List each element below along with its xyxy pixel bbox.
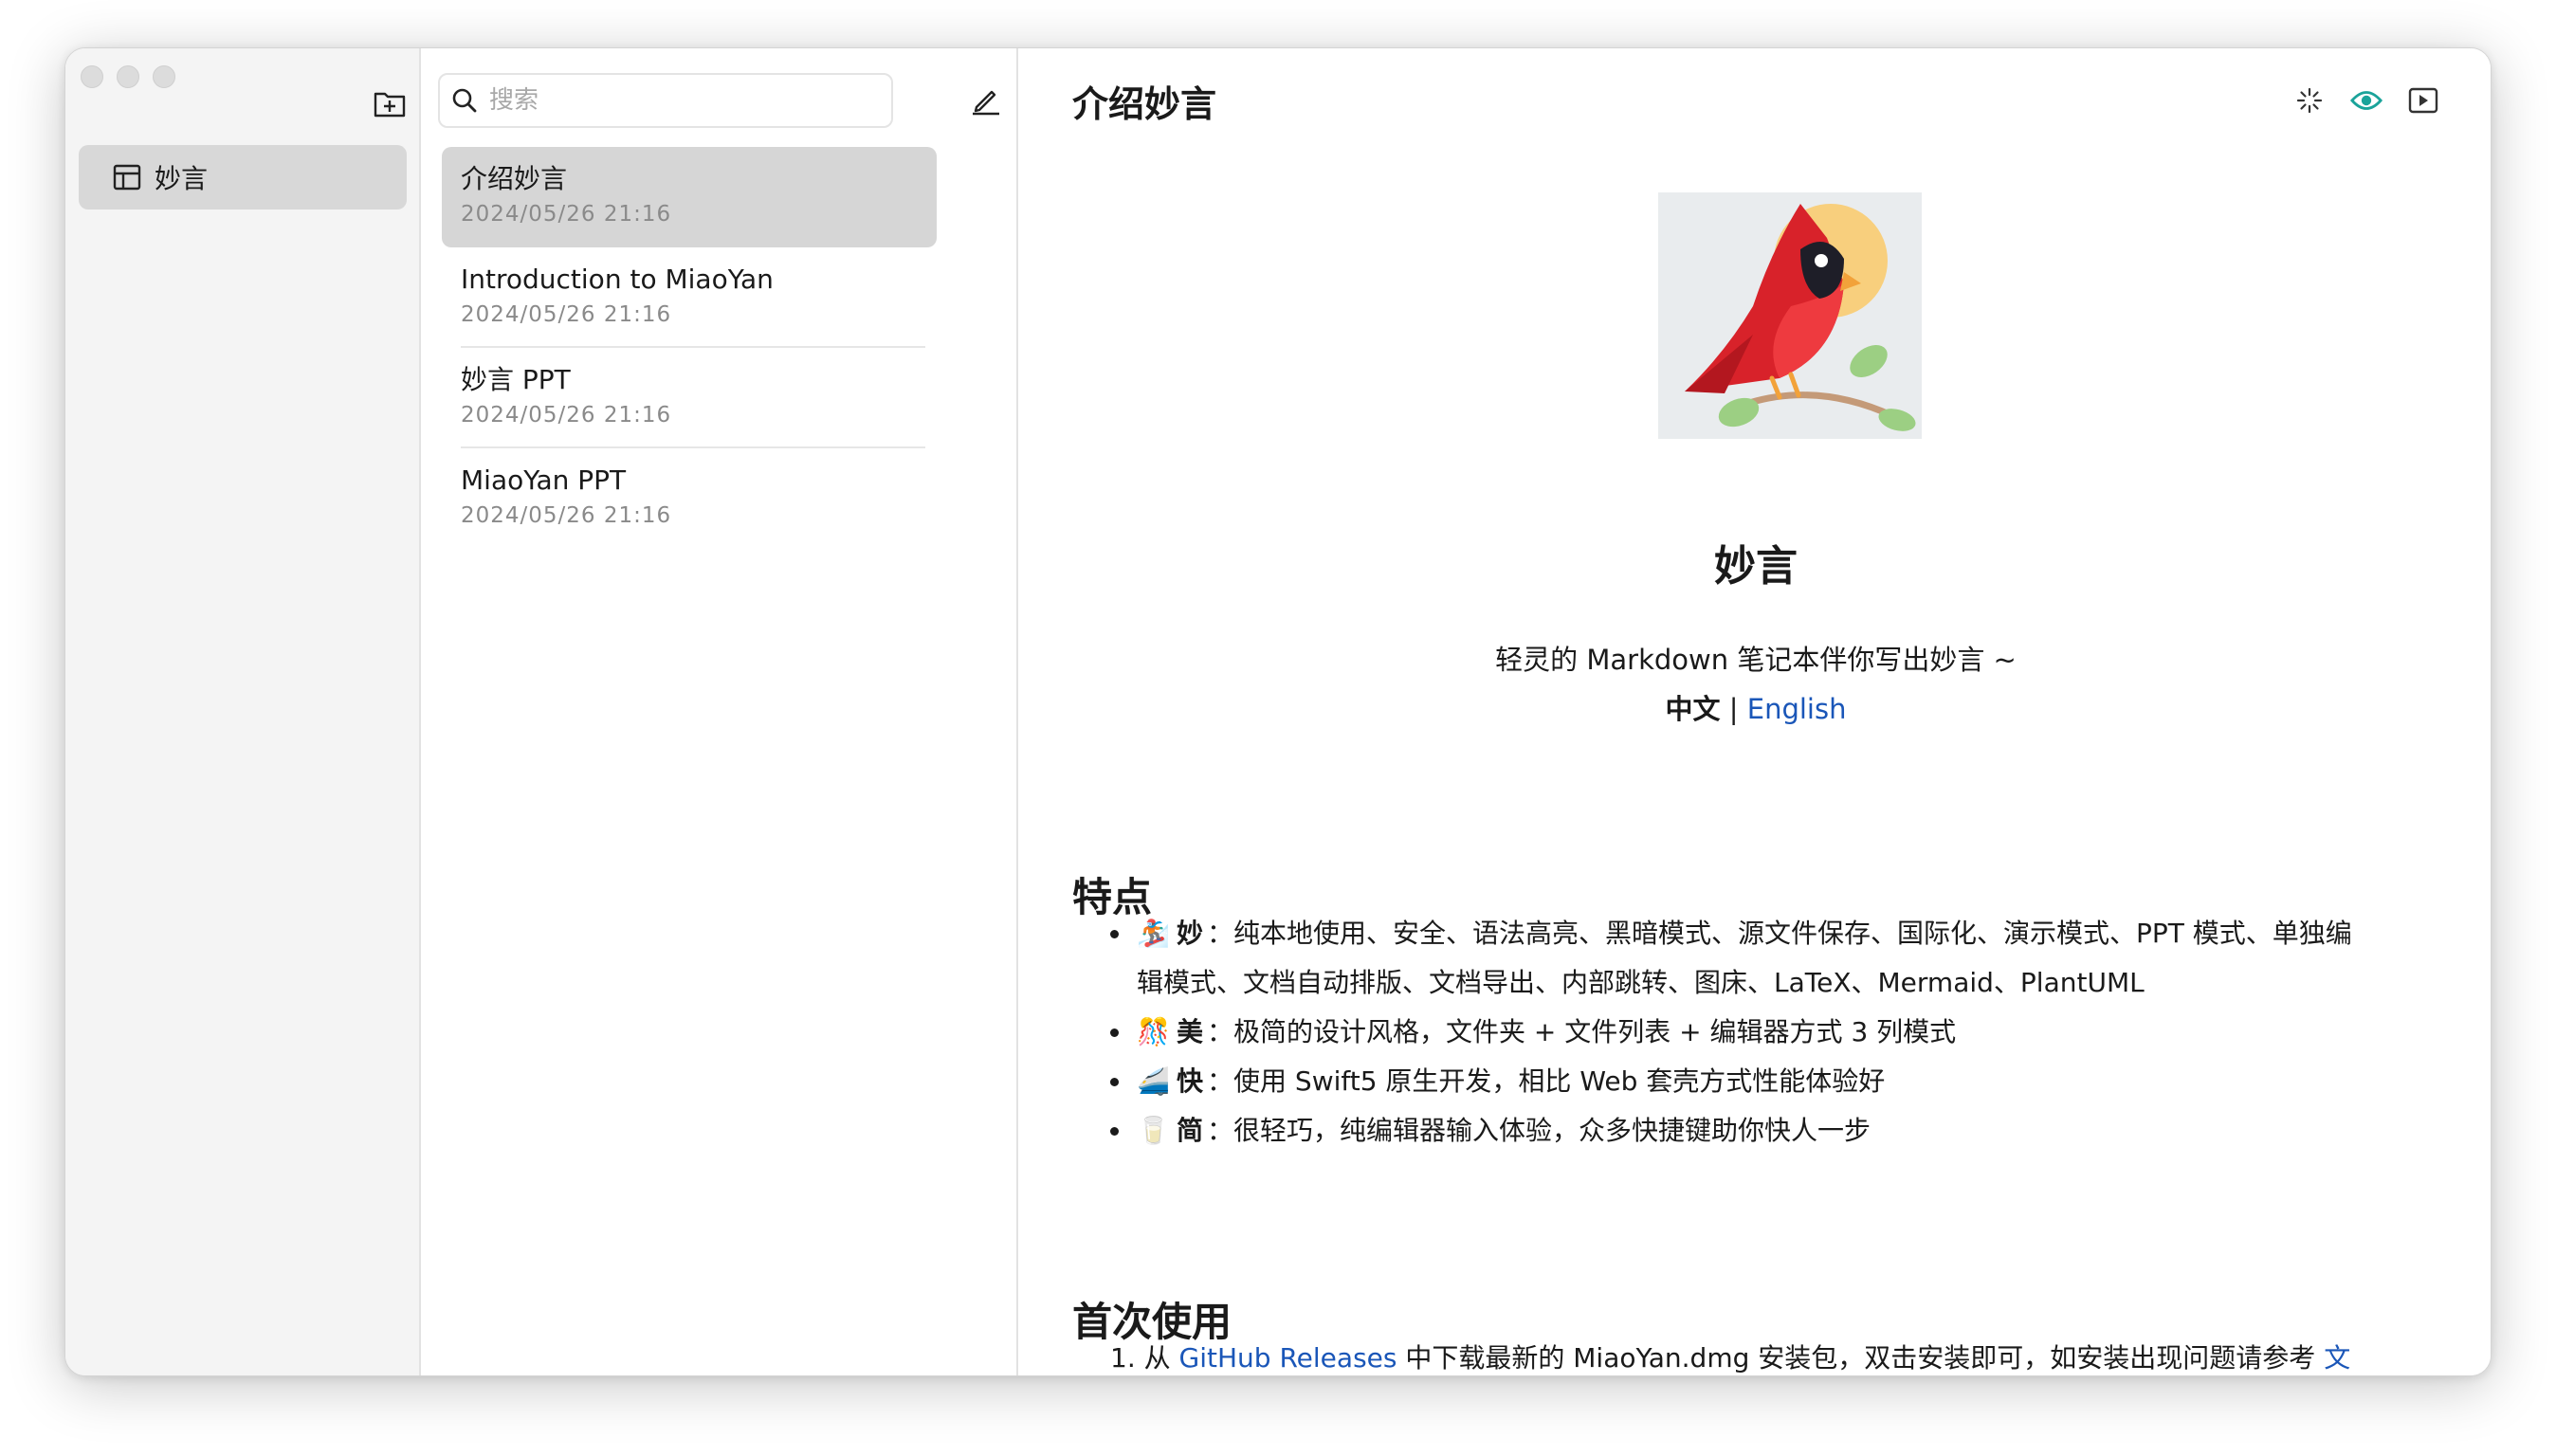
minimize-window-button[interactable] <box>117 65 139 88</box>
note-list: 介绍妙言 2024/05/26 21:16 Introduction to Mi… <box>421 48 1018 1375</box>
sparkle-icon <box>2296 87 2323 114</box>
compose-icon <box>973 90 999 116</box>
github-releases-link[interactable]: GitHub Releases <box>1179 1342 1397 1374</box>
feature-text: ：很轻巧，纯编辑器输入体验，众多快捷键助你快人一步 <box>1207 1115 1871 1146</box>
preview-toolbar <box>2293 84 2439 117</box>
english-link[interactable]: English <box>1747 693 1847 725</box>
note-date: 2024/05/26 21:16 <box>461 202 672 227</box>
zoom-window-button[interactable] <box>153 65 175 88</box>
docs-link[interactable]: 文 <box>2324 1342 2350 1374</box>
steps-list: 1. 从 GitHub Releases 中下载最新的 MiaoYan.dmg … <box>1110 1334 2456 1375</box>
feature-name: 美 <box>1177 1016 1204 1047</box>
feature-text: ：纯本地使用、安全、语法高亮、黑暗模式、源文件保存、国际化、演示模式、PPT 模… <box>1207 918 2352 949</box>
step-number: 1. <box>1110 1342 1136 1374</box>
list-item: 🏂 妙：纯本地使用、安全、语法高亮、黑暗模式、源文件保存、国际化、演示模式、PPT… <box>1110 909 2455 1008</box>
note-item[interactable]: 介绍妙言 2024/05/26 21:16 <box>442 147 937 247</box>
note-title: MiaoYan PPT <box>461 464 627 496</box>
folder-icon <box>113 164 141 191</box>
note-date: 2024/05/26 21:16 <box>461 503 672 528</box>
feature-text: ：极简的设计风格，文件夹 + 文件列表 + 编辑器方式 3 列模式 <box>1207 1016 1957 1047</box>
eye-icon <box>2350 91 2383 110</box>
feature-name: 简 <box>1177 1115 1204 1146</box>
note-date: 2024/05/26 21:16 <box>461 302 672 327</box>
note-item[interactable]: 妙言 PPT 2024/05/26 21:16 <box>442 348 937 448</box>
search-input[interactable] <box>489 86 868 115</box>
preview-toggle-button[interactable] <box>2350 84 2383 117</box>
note-title: 妙言 PPT <box>461 364 571 395</box>
snowboarder-icon: 🏂 <box>1137 918 1170 949</box>
feature-text-cont: 辑模式、文档自动排版、文档导出、内部跳转、图床、LaTeX、Mermaid、Pl… <box>1137 967 2145 998</box>
lang-current: 中文 <box>1665 693 1721 725</box>
document-heading: 妙言 <box>1714 542 1798 591</box>
feature-name: 妙 <box>1177 918 1204 949</box>
features-list: 🏂 妙：纯本地使用、安全、语法高亮、黑暗模式、源文件保存、国际化、演示模式、PPT… <box>1110 909 2455 1156</box>
note-title: Introduction to MiaoYan <box>461 264 774 295</box>
note-item[interactable]: Introduction to MiaoYan 2024/05/26 21:16 <box>442 247 937 348</box>
list-item: 1. 从 GitHub Releases 中下载最新的 MiaoYan.dmg … <box>1110 1334 2456 1375</box>
feature-text: ：使用 Swift5 原生开发，相比 Web 套壳方式性能体验好 <box>1207 1065 1886 1097</box>
step-text: 中下载最新的 MiaoYan.dmg 安装包，双击安装即可，如安装出现问题请参考 <box>1405 1342 2316 1374</box>
format-button[interactable] <box>2293 84 2326 117</box>
document-slogan: 轻灵的 Markdown 笔记本伴你写出妙言 ~ <box>1495 644 2017 676</box>
sidebar-item-miaoyan[interactable]: 妙言 <box>79 145 407 209</box>
window-controls <box>81 65 175 88</box>
app-window: 妙言 介绍妙言 2024/05/26 21:16 Introduction to… <box>64 47 2492 1376</box>
language-switcher: 中文 | English <box>1019 687 2491 727</box>
note-date: 2024/05/26 21:16 <box>461 403 672 428</box>
close-window-button[interactable] <box>81 65 103 88</box>
list-item: 🚄 快：使用 Swift5 原生开发，相比 Web 套壳方式性能体验好 <box>1110 1057 2455 1106</box>
note-item[interactable]: MiaoYan PPT 2024/05/26 21:16 <box>442 448 937 549</box>
confetti-icon: 🎊 <box>1137 1016 1170 1047</box>
milk-glass-icon: 🥛 <box>1137 1115 1170 1146</box>
search-box[interactable] <box>438 73 893 128</box>
note-title: 介绍妙言 <box>461 163 568 194</box>
cardinal-logo-image <box>1658 192 1922 439</box>
list-item: 🥛 简：很轻巧，纯编辑器输入体验，众多快捷键助你快人一步 <box>1110 1106 2455 1156</box>
new-folder-button[interactable] <box>371 84 409 122</box>
presentation-button[interactable] <box>2407 84 2439 117</box>
step-text: 从 <box>1143 1342 1171 1374</box>
sidebar-item-label: 妙言 <box>155 163 209 194</box>
lang-separator: | <box>1728 693 1739 725</box>
search-icon <box>452 88 477 113</box>
folder-plus-icon <box>374 92 406 118</box>
preview-pane: 介绍妙言 妙言 轻灵的 Markdown 笔记本伴你写出妙言 ~ 中文 | En… <box>1019 48 2491 1375</box>
train-icon: 🚄 <box>1137 1065 1170 1097</box>
new-note-button[interactable] <box>966 81 1006 120</box>
play-icon <box>2408 87 2438 114</box>
feature-name: 快 <box>1177 1065 1204 1097</box>
list-item: 🎊 美：极简的设计风格，文件夹 + 文件列表 + 编辑器方式 3 列模式 <box>1110 1008 2455 1057</box>
document-title: 介绍妙言 <box>1072 83 1217 125</box>
sidebar: 妙言 <box>65 48 421 1375</box>
